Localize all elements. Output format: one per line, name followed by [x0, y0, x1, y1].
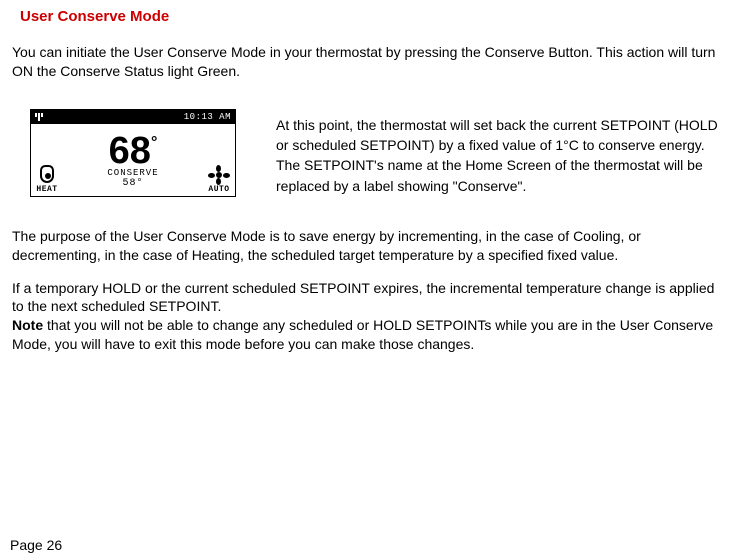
note-label: Note: [12, 317, 43, 333]
thermostat-center-col: 68° CONSERVE 58°: [63, 124, 203, 198]
thermostat-time: 10:13 AM: [184, 112, 231, 122]
thermostat-screenshot: 10:13 AM HEAT 68° CONSERVE 58° AUTO: [30, 109, 236, 197]
section-title: User Conserve Mode: [20, 8, 720, 25]
figure-caption: At this point, the thermostat will set b…: [276, 109, 720, 196]
para2-line1: If a temporary HOLD or the current sched…: [12, 280, 714, 315]
thermostat-body: HEAT 68° CONSERVE 58° AUTO: [31, 124, 235, 198]
setpoint-value: 58°: [122, 178, 143, 189]
para2-line2: that you will not be able to change any …: [12, 317, 713, 352]
temp-value: 68: [109, 130, 151, 172]
paragraph-note: If a temporary HOLD or the current sched…: [12, 279, 720, 355]
heat-label: HEAT: [36, 185, 57, 194]
thermostat-left-col: HEAT: [31, 124, 63, 198]
thermostat-right-col: AUTO: [203, 124, 235, 198]
thermostat-status-bar: 10:13 AM: [31, 110, 235, 124]
figure-row: 10:13 AM HEAT 68° CONSERVE 58° AUTO At t…: [12, 109, 720, 197]
degree-symbol: °: [151, 134, 157, 151]
heat-icon: [40, 165, 54, 183]
fan-icon: [211, 167, 227, 183]
antenna-icon: [35, 113, 43, 121]
thermostat-temp: 68°: [109, 132, 158, 170]
paragraph-purpose: The purpose of the User Conserve Mode is…: [12, 227, 720, 265]
auto-label: AUTO: [208, 185, 229, 194]
intro-paragraph: You can initiate the User Conserve Mode …: [12, 43, 720, 81]
